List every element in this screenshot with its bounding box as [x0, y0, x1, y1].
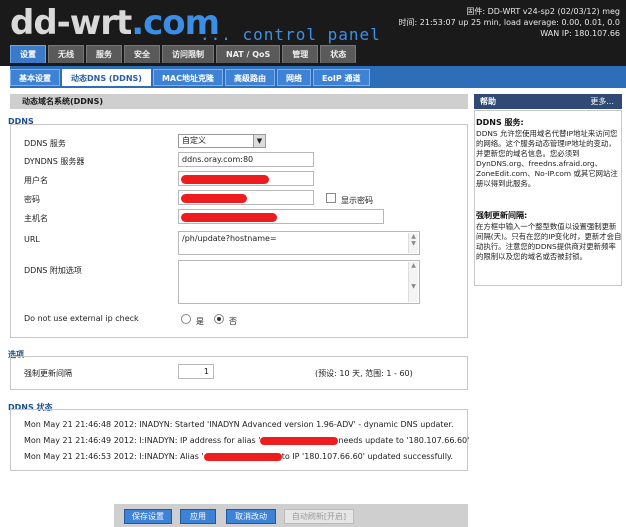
tab-wireless[interactable]: 无线 [48, 45, 84, 63]
password-label: 密码 [24, 195, 40, 204]
cancel-button[interactable]: 取消改动 [226, 509, 276, 524]
redaction-mark [181, 175, 269, 184]
redaction-mark [181, 213, 277, 222]
url-value: /ph/update?hostname= [182, 234, 277, 243]
log-part-b: to IP '180.107.66.60' updated successful… [281, 452, 454, 461]
sysinfo-time: 时间: 21:53:07 up 25 min, load average: 0.… [398, 18, 620, 27]
page-title: 动态域名系统(DDNS) [10, 94, 468, 109]
tab-services[interactable]: 服务 [86, 45, 122, 63]
redaction-mark [260, 436, 339, 445]
subtab-eoip[interactable]: EoIP 通道 [312, 69, 370, 86]
sysinfo-firmware: 固件: DD-WRT v24-sp2 (02/03/12) meg [466, 7, 620, 16]
redaction-mark [203, 452, 282, 461]
url-label: URL [24, 235, 40, 244]
password-input[interactable] [178, 190, 314, 205]
ddns-service-value: 自定义 [182, 136, 206, 145]
sysinfo-wan-ip: WAN IP: 180.107.66 [540, 29, 620, 38]
ddns-options-textarea[interactable]: ▲ ▼ [178, 260, 420, 304]
main-tabs: 设置 无线 服务 安全 访问限制 NAT / QoS 管理 状态 [10, 45, 357, 63]
help-header: 帮助 更多... [474, 94, 622, 109]
sub-tab-bar: 基本设置 动态DNS (DDNS) MAC地址克隆 高级路由 网络 EoIP 通… [10, 66, 626, 88]
hostname-label: 主机名 [24, 214, 48, 223]
url-textarea[interactable]: /ph/update?hostname= ▲ ▼ [178, 231, 420, 255]
external-ip-check-label: Do not use external ip check [24, 314, 139, 323]
chevron-down-icon: ▼ [253, 135, 265, 147]
textarea-scrollbar[interactable]: ▲ ▼ [408, 233, 418, 253]
dd-wrt-logo: dd-wrt.com [10, 3, 220, 43]
external-ip-yes-radio[interactable] [181, 314, 191, 324]
save-button[interactable]: 保存设置 [124, 509, 172, 524]
logo-main: dd-wrt [10, 3, 132, 43]
help-title: 帮助 [480, 97, 496, 106]
username-input[interactable] [178, 171, 314, 186]
log-part-a: Mon May 21 21:46:49 2012: I:INADYN: IP a… [24, 436, 261, 445]
ddns-service-label: DDNS 服务 [24, 139, 66, 148]
textarea-scrollbar[interactable]: ▲ ▼ [408, 262, 418, 302]
auto-refresh-button: 自动刷新[开启] [284, 509, 354, 524]
force-update-label: 强制更新间隔 [24, 369, 72, 378]
ddns-options-label: DDNS 附加选项 [24, 266, 82, 275]
help-more-link[interactable]: 更多... [590, 94, 614, 109]
help-force-title: 强制更新间隔: [476, 211, 528, 220]
dyndns-server-input[interactable]: ddns.oray.com:80 [178, 152, 314, 167]
tab-security[interactable]: 安全 [124, 45, 160, 63]
force-update-input[interactable]: 1 [178, 364, 214, 379]
external-ip-no-radio[interactable] [214, 314, 224, 324]
help-ddns-text: DDNS 允许您使用域名代替IP地址来访问您的网络。这个服务动态管理IP地址的变… [476, 129, 618, 188]
subtab-advanced-routing[interactable]: 高级路由 [224, 69, 275, 86]
show-password-label: 显示密码 [341, 196, 373, 205]
show-password-checkbox[interactable] [326, 193, 336, 203]
redaction-mark [181, 194, 247, 203]
username-label: 用户名 [24, 176, 48, 185]
force-update-hint: (预设: 10 天, 范围: 1 - 60) [315, 369, 413, 378]
tab-status[interactable]: 状态 [320, 45, 357, 63]
tab-nat-qos[interactable]: NAT / QoS [216, 45, 281, 63]
ddns-service-select[interactable]: 自定义 ▼ [178, 134, 266, 148]
status-log-line: Mon May 21 21:46:48 2012: INADYN: Starte… [24, 420, 454, 429]
system-info: 固件: DD-WRT v24-sp2 (02/03/12) meg 时间: 21… [399, 6, 620, 39]
status-log-line: Mon May 21 21:46:49 2012: I:INADYN: IP a… [24, 436, 469, 445]
log-part-a: Mon May 21 21:46:53 2012: I:INADYN: Alia… [24, 452, 204, 461]
external-ip-no-label: 否 [229, 317, 237, 326]
help-ddns-title: DDNS 服务: [476, 118, 524, 127]
status-log-line: Mon May 21 21:46:53 2012: I:INADYN: Alia… [24, 452, 453, 461]
external-ip-yes-label: 是 [196, 317, 204, 326]
tab-setup[interactable]: 设置 [10, 45, 46, 63]
logo-subtitle: ... control panel [200, 25, 381, 44]
subtab-mac-clone[interactable]: MAC地址克隆 [152, 69, 223, 86]
header-bar: dd-wrt.com ... control panel 固件: DD-WRT … [0, 0, 626, 66]
tab-access-restrictions[interactable]: 访问限制 [162, 45, 214, 63]
subtab-networking[interactable]: 网络 [276, 69, 311, 86]
subtab-basic-setup[interactable]: 基本设置 [10, 69, 60, 86]
subtab-ddns[interactable]: 动态DNS (DDNS) [62, 69, 151, 86]
hostname-input[interactable] [178, 209, 384, 224]
tab-administration[interactable]: 管理 [282, 45, 319, 63]
apply-button[interactable]: 应用 [180, 509, 216, 524]
dyndns-server-label: DYNDNS 服务器 [24, 157, 85, 166]
log-part-b: needs update to '180.107.66.60' [338, 436, 470, 445]
help-force-text: 在方框中输入一个整型数值以设置强制更新间隔(天)。只有在您的IP变化时，更新才会… [476, 222, 622, 261]
